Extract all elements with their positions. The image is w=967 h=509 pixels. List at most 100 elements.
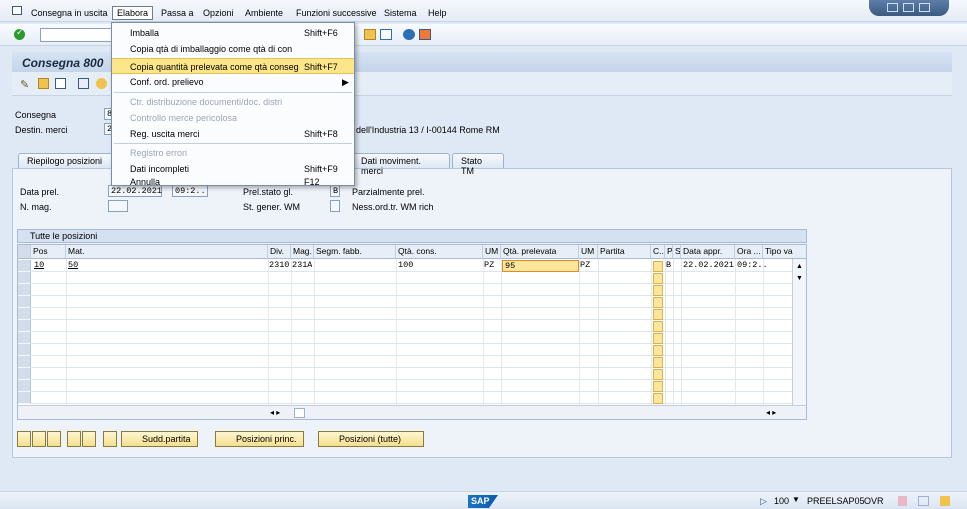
menu-funzioni-successive[interactable]: Funzioni successive	[296, 8, 377, 18]
menu-item-conf-ord-prelievo[interactable]: Conf. ord. prelievo ▶	[112, 74, 354, 90]
cell-pos[interactable]: 10	[34, 260, 44, 272]
col-mat[interactable]: Mat.	[66, 245, 268, 259]
chevron-down-icon[interactable]: ▼	[792, 495, 800, 504]
table-row-empty[interactable]	[18, 356, 806, 368]
cell-p[interactable]: B	[666, 260, 671, 272]
cell-qta-cons[interactable]: 100	[398, 260, 413, 272]
posizioni-princ-button[interactable]: Posizioni princ.	[215, 431, 304, 447]
col-um[interactable]: UM	[483, 245, 501, 259]
horizontal-scrollbar[interactable]: ◂ ▸ ◂ ▸	[18, 405, 806, 419]
table-row-empty[interactable]	[18, 332, 806, 344]
grid-icon[interactable]	[918, 496, 929, 506]
col-p[interactable]: P	[665, 245, 673, 259]
cell-um-2[interactable]: PZ	[580, 260, 590, 272]
table-row-empty[interactable]	[18, 296, 806, 308]
cell-mag[interactable]: 231A	[292, 260, 312, 272]
col-qta-prelevata[interactable]: Qtà. prelevata	[501, 245, 579, 259]
cell-qta-prelevata[interactable]: 95	[502, 260, 579, 272]
note-icon[interactable]	[940, 496, 950, 506]
select-all-button[interactable]	[17, 431, 31, 447]
col-s[interactable]: S	[673, 245, 681, 259]
col-um-2[interactable]: UM	[579, 245, 598, 259]
table-row-empty[interactable]	[18, 284, 806, 296]
menu-sistema[interactable]: Sistema	[384, 8, 417, 18]
menu-item-copia-qta-imballaggio[interactable]: Copia qtà di imballaggio come qtà di con	[112, 41, 354, 57]
menu-help[interactable]: Help	[428, 8, 447, 18]
col-data-appr[interactable]: Data appr.	[681, 245, 735, 259]
menu-item-imballa[interactable]: Imballa Shift+F6	[112, 25, 354, 41]
close-icon[interactable]	[919, 3, 930, 12]
select-block-button[interactable]	[32, 431, 46, 447]
window-controls	[869, 0, 949, 16]
row-selector[interactable]	[18, 260, 31, 272]
menu-consegna-in-uscita[interactable]: Consegna in uscita	[31, 8, 108, 18]
sudd-partita-button[interactable]: Sudd.partita	[121, 431, 198, 447]
col-mag[interactable]: Mag.	[291, 245, 314, 259]
table-row-empty[interactable]	[18, 392, 806, 404]
app-menu-icon[interactable]	[12, 6, 22, 15]
table-row-empty[interactable]	[18, 344, 806, 356]
table-row-empty[interactable]	[18, 380, 806, 392]
menu-item-annulla[interactable]: Annulla F12	[112, 177, 354, 187]
deselect-all-button[interactable]	[47, 431, 61, 447]
cell-div[interactable]: 2310	[269, 260, 289, 272]
mode-text[interactable]: OVR	[864, 496, 884, 506]
col-pos[interactable]: Pos	[31, 245, 66, 259]
enter-icon[interactable]	[14, 27, 25, 40]
delete-row-button[interactable]	[82, 431, 96, 447]
col-partita[interactable]: Partita	[598, 245, 651, 259]
delete-icon[interactable]	[55, 78, 66, 89]
details-button[interactable]	[103, 431, 117, 447]
help-icon[interactable]	[403, 29, 415, 40]
scroll-left-icon[interactable]: ◂ ▸	[270, 408, 280, 417]
col-qta-cons[interactable]: Qtà. cons.	[396, 245, 483, 259]
st-gener-wm-field[interactable]	[330, 200, 340, 212]
insert-row-button[interactable]	[67, 431, 81, 447]
menu-item-copia-quantita-prelevata[interactable]: Copia quantità prelevata come qtà conseg…	[112, 58, 354, 74]
scroll-right-icon[interactable]: ◂ ▸	[766, 408, 776, 417]
cell-um[interactable]: PZ	[484, 260, 494, 272]
new-session-icon[interactable]	[364, 29, 376, 40]
cell-mat[interactable]: 50	[68, 260, 78, 272]
select-all-icon[interactable]	[18, 245, 31, 259]
table-row-empty[interactable]	[18, 368, 806, 380]
col-ora[interactable]: Ora ...	[735, 245, 763, 259]
partner-icon[interactable]	[96, 78, 107, 89]
play-icon[interactable]: ▷	[760, 496, 767, 507]
customize-layout-icon[interactable]	[419, 29, 431, 40]
submenu-arrow-icon: ▶	[342, 77, 349, 87]
command-field[interactable]	[40, 28, 115, 42]
menu-ambiente[interactable]: Ambiente	[245, 8, 283, 18]
table-row-empty[interactable]	[18, 320, 806, 332]
col-c[interactable]: C..	[651, 245, 665, 259]
menu-passa-a[interactable]: Passa a	[161, 8, 194, 18]
table-row-empty[interactable]	[18, 272, 806, 284]
cell-data-appr[interactable]: 22.02.2021	[683, 260, 734, 272]
table-row-empty[interactable]	[18, 308, 806, 320]
tab-dati-moviment-merci[interactable]: Dati moviment. merci	[352, 153, 450, 176]
col-segm-fabb[interactable]: Segm. fabb.	[314, 245, 396, 259]
col-div[interactable]: Div.	[268, 245, 291, 259]
cell-ora[interactable]: 09:2..	[737, 260, 768, 272]
lock-icon	[898, 496, 907, 506]
vertical-scrollbar[interactable]: ▲ ▼	[792, 259, 806, 407]
scroll-up-icon[interactable]: ▲	[796, 263, 803, 270]
menu-opzioni[interactable]: Opzioni	[203, 8, 234, 18]
n-mag-field[interactable]	[108, 200, 128, 212]
col-tipo-va[interactable]: Tipo va	[763, 245, 806, 259]
scroll-down-icon[interactable]: ▼	[796, 275, 803, 282]
table-row[interactable]: 10 50 2310 231A 100 PZ 95 PZ B 22.02.202…	[18, 260, 806, 272]
consegna-label: Consegna	[15, 110, 57, 120]
posizioni-tutte-button[interactable]: Posizioni (tutte)	[318, 431, 424, 447]
header-icon[interactable]	[78, 78, 89, 89]
maximize-icon[interactable]	[903, 3, 914, 12]
shortcut-icon[interactable]	[380, 29, 392, 40]
tab-riepilogo-posizioni[interactable]: Riepilogo posizioni	[18, 153, 118, 168]
tab-stato-tm[interactable]: Stato TM	[452, 153, 504, 176]
display-change-icon[interactable]: ✎	[20, 78, 31, 91]
menu-item-dati-incompleti[interactable]: Dati incompleti Shift+F9	[112, 161, 354, 177]
minimize-icon[interactable]	[887, 3, 898, 12]
create-icon[interactable]	[38, 78, 49, 89]
menu-item-reg-uscita-merci[interactable]: Reg. uscita merci Shift+F8	[112, 126, 354, 142]
menu-elabora[interactable]: Elabora	[112, 6, 154, 20]
